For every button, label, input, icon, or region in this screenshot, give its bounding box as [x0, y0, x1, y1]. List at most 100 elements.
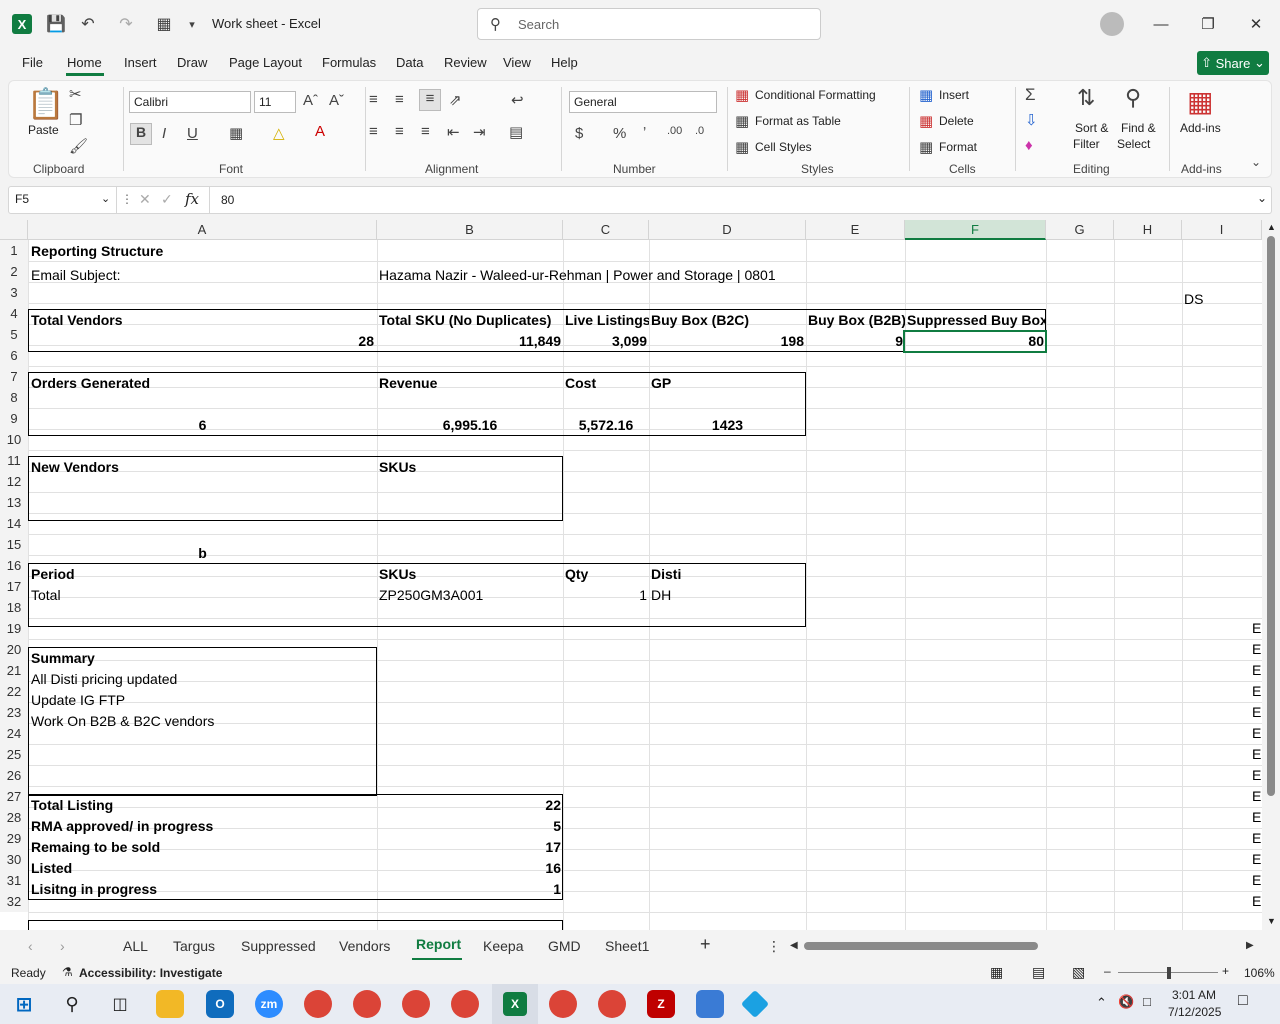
row-header-32[interactable]: 32: [0, 891, 28, 912]
format-as-table-button[interactable]: Format as Table: [755, 114, 841, 128]
cell-j-edge[interactable]: E: [1250, 639, 1262, 660]
search-input[interactable]: ⚲ Search: [477, 8, 821, 40]
scroll-down-icon[interactable]: ▼: [1267, 916, 1276, 926]
row-header-7[interactable]: 7: [0, 366, 28, 387]
cell-a27[interactable]: Total Listing: [29, 795, 115, 816]
find-label-1[interactable]: Find &: [1121, 121, 1156, 135]
row-header-12[interactable]: 12: [0, 471, 28, 492]
chrome-icon-3[interactable]: [402, 990, 430, 1018]
vertical-scroll-thumb[interactable]: [1267, 236, 1275, 796]
cell-c16[interactable]: Qty: [563, 564, 590, 585]
cell-b27[interactable]: 22: [377, 795, 563, 816]
zoom-app-icon[interactable]: zm: [255, 990, 283, 1018]
cell-j-edge[interactable]: E: [1250, 786, 1262, 807]
clock-date[interactable]: 7/12/2025: [1168, 1005, 1221, 1019]
cell-e5[interactable]: 9: [806, 331, 905, 352]
cell-c4[interactable]: Live Listings: [563, 310, 649, 331]
cell-e4[interactable]: Buy Box (B2B): [806, 310, 905, 331]
cell-a28[interactable]: RMA approved/ in progress: [29, 816, 215, 837]
row-header-20[interactable]: 20: [0, 639, 28, 660]
row-header-17[interactable]: 17: [0, 576, 28, 597]
row-header-9[interactable]: 9: [0, 408, 28, 429]
find-select-icon[interactable]: ⚲: [1125, 85, 1141, 111]
calculator-app-icon[interactable]: [696, 990, 724, 1018]
cell-a16[interactable]: Period: [29, 564, 77, 585]
tab-formulas[interactable]: Formulas: [322, 55, 376, 70]
cell-j-edge[interactable]: E: [1250, 849, 1262, 870]
wrap-text-icon[interactable]: ↩: [511, 91, 524, 109]
row-header-28[interactable]: 28: [0, 807, 28, 828]
calculator-icon[interactable]: ▦: [152, 12, 176, 36]
row-header-5[interactable]: 5: [0, 324, 28, 345]
minimize-button[interactable]: —: [1146, 10, 1176, 38]
sort-label-1[interactable]: Sort &: [1075, 121, 1108, 135]
column-header-h[interactable]: H: [1114, 220, 1182, 240]
column-header-i[interactable]: I: [1182, 220, 1262, 240]
cell-c9[interactable]: 5,572.16: [563, 415, 649, 436]
cell-b2[interactable]: Hazama Nazir - Waleed-ur-Rehman | Power …: [377, 265, 778, 286]
align-middle-icon[interactable]: ≡: [395, 91, 404, 108]
row-header-1[interactable]: 1: [0, 240, 28, 261]
prev-sheet-icon[interactable]: ‹: [28, 938, 33, 954]
clock-time[interactable]: 3:01 AM: [1172, 988, 1216, 1002]
formula-input[interactable]: 80: [221, 193, 234, 207]
row-header-31[interactable]: 31: [0, 870, 28, 891]
cell-j-edge[interactable]: E: [1250, 723, 1262, 744]
cell-c5[interactable]: 3,099: [563, 331, 649, 352]
page-layout-view-icon[interactable]: ▤: [1032, 964, 1045, 981]
row-header-3[interactable]: 3: [0, 282, 28, 303]
select-all-corner[interactable]: [0, 220, 28, 240]
cell-c17[interactable]: 1: [563, 585, 649, 606]
network-icon[interactable]: □: [1143, 994, 1151, 1009]
undo-icon[interactable]: ↶: [76, 12, 100, 36]
addins-button[interactable]: Add-ins: [1180, 121, 1221, 135]
chrome-icon-6[interactable]: [598, 990, 626, 1018]
row-header-6[interactable]: 6: [0, 345, 28, 366]
accessibility-icon[interactable]: ⚗: [62, 965, 73, 979]
row-header-13[interactable]: 13: [0, 492, 28, 513]
cell-d9[interactable]: 1423: [649, 415, 806, 436]
cell-f4[interactable]: Suppressed Buy Box: [905, 310, 1046, 331]
sheet-tab-all[interactable]: ALL: [123, 938, 148, 954]
copy-icon[interactable]: ❐: [69, 111, 82, 129]
share-button[interactable]: ⇧ Share ⌄: [1197, 51, 1269, 75]
conditional-formatting-button[interactable]: Conditional Formatting: [755, 88, 876, 102]
align-top-icon[interactable]: ≡: [369, 91, 378, 108]
zoom-out-icon[interactable]: –: [1104, 964, 1111, 978]
align-right-icon[interactable]: ≡: [421, 123, 430, 140]
sheet-tab-vendors[interactable]: Vendors: [339, 938, 390, 954]
cell-f5[interactable]: 80: [905, 331, 1046, 352]
hscroll-left-icon[interactable]: ◀: [790, 940, 798, 951]
cell-a7[interactable]: Orders Generated: [29, 373, 152, 394]
align-left-icon[interactable]: ≡: [369, 123, 378, 140]
cell-j-edge[interactable]: E: [1250, 618, 1262, 639]
cell-b7[interactable]: Revenue: [377, 373, 439, 394]
cell-d17[interactable]: DH: [649, 585, 673, 606]
cell-b29[interactable]: 17: [377, 837, 563, 858]
next-sheet-icon[interactable]: ›: [60, 938, 65, 954]
underline-icon[interactable]: U: [187, 125, 198, 142]
cell-a4[interactable]: Total Vendors: [29, 310, 376, 331]
hscroll-right-icon[interactable]: ▶: [1246, 940, 1254, 951]
insert-function-icon[interactable]: fx: [185, 190, 199, 208]
column-header-d[interactable]: D: [649, 220, 806, 240]
borders-icon[interactable]: ▦: [229, 124, 243, 142]
chrome-icon-1[interactable]: [304, 990, 332, 1018]
clear-icon[interactable]: ♦: [1025, 137, 1033, 154]
notifications-icon[interactable]: □: [1238, 992, 1248, 1010]
cell-j-edge[interactable]: E: [1250, 765, 1262, 786]
cell-b28[interactable]: 5: [377, 816, 563, 837]
decrease-font-icon[interactable]: Aˇ: [329, 92, 344, 109]
italic-icon[interactable]: I: [162, 125, 166, 142]
find-label-2[interactable]: Select: [1117, 137, 1150, 151]
tab-draw[interactable]: Draw: [177, 55, 207, 70]
cell-a5[interactable]: 28: [29, 331, 376, 352]
filezilla-icon[interactable]: Z: [647, 990, 675, 1018]
sheet-tab-keepa[interactable]: Keepa: [483, 938, 523, 954]
row-header-15[interactable]: 15: [0, 534, 28, 555]
cell-i3[interactable]: DS: [1182, 289, 1205, 310]
merge-center-icon[interactable]: ▤: [509, 123, 523, 141]
conditional-formatting-icon[interactable]: ▦: [735, 86, 749, 104]
row-header-26[interactable]: 26: [0, 765, 28, 786]
cell-b30[interactable]: 16: [377, 858, 563, 879]
